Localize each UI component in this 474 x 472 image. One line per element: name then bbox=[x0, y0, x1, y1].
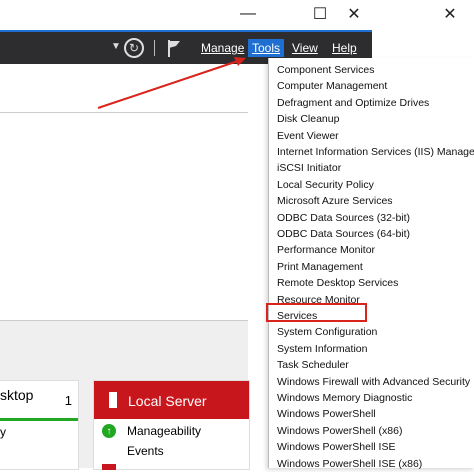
menu-item-windows-powershell-ise-x86[interactable]: Windows PowerShell ISE (x86) bbox=[277, 456, 422, 472]
menu-item-system-information[interactable]: System Information bbox=[277, 341, 367, 357]
menu-item-computer-management[interactable]: Computer Management bbox=[277, 78, 387, 94]
menu-item-defragment-and-optimize-drives[interactable]: Defragment and Optimize Drives bbox=[277, 95, 429, 111]
menu-item-windows-memory-diagnostic[interactable]: Windows Memory Diagnostic bbox=[277, 390, 412, 406]
menu-item-event-viewer[interactable]: Event Viewer bbox=[277, 128, 339, 144]
menu-item-windows-powershell[interactable]: Windows PowerShell bbox=[277, 406, 376, 422]
menu-item-system-configuration[interactable]: System Configuration bbox=[277, 324, 377, 340]
menu-item-local-security-policy[interactable]: Local Security Policy bbox=[277, 177, 374, 193]
menu-item-microsoft-azure-services[interactable]: Microsoft Azure Services bbox=[277, 193, 393, 209]
menu-item-iscsi-initiator[interactable]: iSCSI Initiator bbox=[277, 160, 341, 176]
services-highlight-box bbox=[266, 303, 367, 322]
menu-item-performance-monitor[interactable]: Performance Monitor bbox=[277, 242, 375, 258]
menu-item-disk-cleanup[interactable]: Disk Cleanup bbox=[277, 111, 339, 127]
menu-item-internet-information-services-iis-manager[interactable]: Internet Information Services (IIS) Mana… bbox=[277, 144, 474, 160]
menu-item-odbc-data-sources-32-bit[interactable]: ODBC Data Sources (32-bit) bbox=[277, 210, 410, 226]
menu-item-component-services[interactable]: Component Services bbox=[277, 62, 374, 78]
tools-dropdown-menu: Component Services Computer Management Def… bbox=[268, 58, 474, 470]
menu-item-task-scheduler[interactable]: Task Scheduler bbox=[277, 357, 349, 373]
menu-item-remote-desktop-services[interactable]: Remote Desktop Services bbox=[277, 275, 398, 291]
menu-item-windows-powershell-ise[interactable]: Windows PowerShell ISE bbox=[277, 439, 395, 455]
menu-item-windows-firewall-with-advanced-security[interactable]: Windows Firewall with Advanced Security bbox=[277, 374, 470, 390]
menu-item-windows-powershell-x86[interactable]: Windows PowerShell (x86) bbox=[277, 423, 402, 439]
menu-item-print-management[interactable]: Print Management bbox=[277, 259, 363, 275]
menu-item-odbc-data-sources-64-bit[interactable]: ODBC Data Sources (64-bit) bbox=[277, 226, 410, 242]
